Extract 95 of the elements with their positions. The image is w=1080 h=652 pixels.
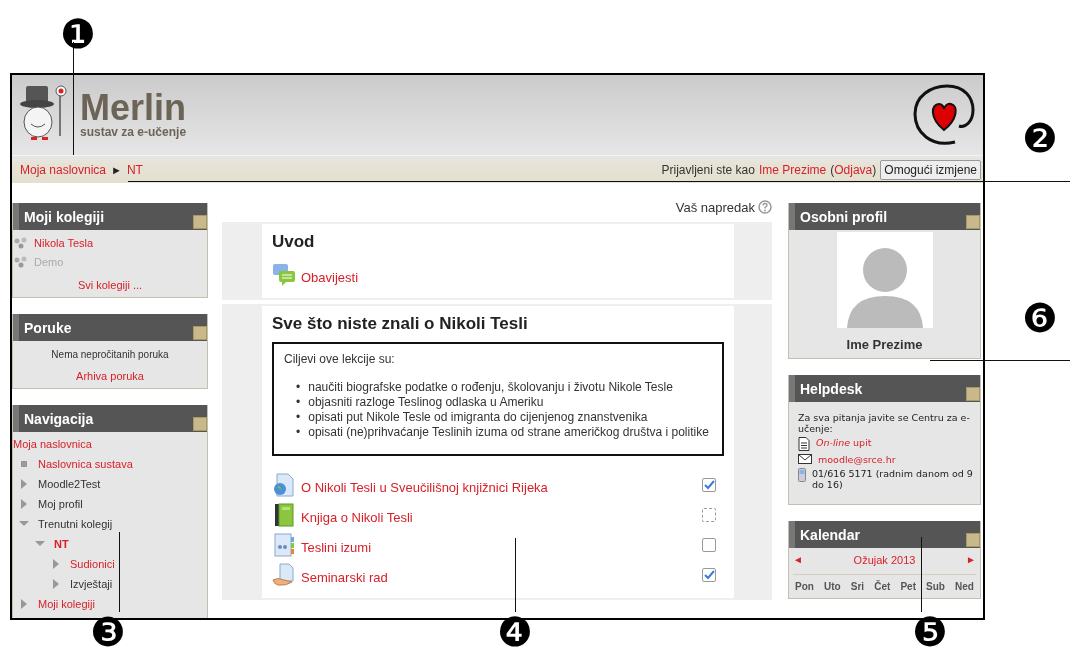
activity-link[interactable]: Knjiga o Nikoli Tesli <box>301 509 697 525</box>
nav-item[interactable]: Moj profil <box>38 498 83 510</box>
profile-name: Ime Prezime <box>846 337 923 352</box>
activity-link[interactable]: Seminarski rad <box>301 569 697 585</box>
bullet-marker: • <box>296 425 301 440</box>
block-title: Navigacija <box>24 410 94 427</box>
section-title: Uvod <box>272 232 316 252</box>
weekday-label: Čet <box>874 581 891 592</box>
breadcrumb-link[interactable]: NT <box>126 162 143 177</box>
activity-link[interactable]: Teslini izumi <box>301 539 697 555</box>
all-courses-link[interactable]: Svi kolegiji ... <box>77 279 143 291</box>
callout-number: ❷ <box>1022 118 1058 158</box>
nav-item[interactable]: Moja naslovnica <box>13 438 92 450</box>
collapsed-arrow-icon[interactable] <box>19 599 29 609</box>
speech-bubbles-icon <box>272 263 296 287</box>
summary-bullet: opisati put Nikole Tesle od imigranta do cijenjenog znanstvenika <box>308 410 648 425</box>
progress-label: Vaš napredak <box>675 199 755 215</box>
helpdesk-phone-text: 01/616 5171 (radnim danom od 9 do 16) <box>812 468 974 490</box>
collapse-icon[interactable] <box>966 215 980 229</box>
weekday-label: Ned <box>955 581 974 592</box>
bullet-marker: • <box>296 395 301 410</box>
hand-document-icon <box>272 563 296 587</box>
completion-checkbox[interactable] <box>702 568 716 582</box>
parenthesis: ( <box>830 162 835 177</box>
collapse-icon[interactable] <box>966 533 980 547</box>
activity-link[interactable]: O Nikoli Tesli u Sveučilišnoj knjižnici Rijeka <box>301 479 697 495</box>
breadcrumb-separator: ► <box>111 163 122 176</box>
dictionary-page-icon <box>272 533 296 557</box>
weekday-label: Sri <box>850 581 865 592</box>
nav-item[interactable]: Moodle2Test <box>38 478 101 490</box>
message-archive-link[interactable]: Arhiva poruka <box>76 370 144 382</box>
collapsed-arrow-icon[interactable] <box>51 559 61 569</box>
nav-item[interactable]: Izvještaji <box>70 578 113 590</box>
collapsed-arrow-icon[interactable] <box>51 579 61 589</box>
summary-bullet: opisati (ne)prihvaćanje Teslinih izuma od strane američkog društva i politike <box>308 425 709 440</box>
expanded-arrow-icon[interactable] <box>35 539 45 549</box>
collapse-icon[interactable] <box>193 326 207 340</box>
completion-checkbox[interactable] <box>702 508 716 522</box>
nav-item[interactable]: Naslovnica sustava <box>38 458 133 470</box>
mobile-phone-icon <box>798 468 806 482</box>
nav-item[interactable]: NT <box>54 538 69 550</box>
book-icon <box>272 503 296 527</box>
course-icon <box>14 255 28 268</box>
collapse-icon[interactable] <box>193 417 207 431</box>
block-title: Helpdesk <box>800 380 863 397</box>
heart-at-logo <box>911 82 977 148</box>
next-month-arrow[interactable]: ► <box>966 554 976 566</box>
logout-link[interactable]: Odjava <box>834 162 873 177</box>
nav-item[interactable]: Moji kolegiji <box>38 598 95 610</box>
bullet-icon <box>21 461 27 467</box>
weekday-label: Pon <box>795 581 814 592</box>
collapsed-arrow-icon[interactable] <box>19 479 29 489</box>
document-icon <box>798 437 810 451</box>
enable-editing-button[interactable]: Omogući izmjene <box>880 159 981 180</box>
weekday-label: Sub <box>926 581 945 592</box>
helpdesk-link[interactable]: On-line upit <box>816 437 872 448</box>
collapse-icon[interactable] <box>193 215 207 229</box>
block-title: Osobni profil <box>800 208 888 225</box>
block-title: Moji kolegiji <box>24 208 105 225</box>
summary-bullet: naučiti biografske podatke o rođenju, školovanju i životu Nikole Tesle <box>308 380 673 395</box>
helpdesk-link[interactable]: moodle@srce.hr <box>818 454 896 465</box>
previous-month-arrow[interactable]: ◄ <box>793 554 803 566</box>
collapsed-arrow-icon[interactable] <box>19 499 29 509</box>
parenthesis: ) <box>872 162 877 177</box>
globe-document-icon <box>272 473 296 497</box>
site-name: Merlin <box>80 91 187 125</box>
weekday-label: Uto <box>824 581 841 592</box>
user-link[interactable]: Ime Prezime <box>758 162 827 177</box>
course-icon <box>14 236 28 249</box>
expanded-arrow-icon[interactable] <box>19 519 29 529</box>
summary-bullet: objasniti razloge Teslinog odlaska u Ameriku <box>308 395 544 410</box>
course-link[interactable]: Nikola Tesla <box>34 236 94 249</box>
site-tagline: sustav za e-učenje <box>80 125 188 139</box>
help-icon[interactable] <box>758 200 772 214</box>
collapse-icon[interactable] <box>966 387 980 401</box>
no-messages-text: Nema nepročitanih poruka <box>50 349 170 360</box>
nav-item[interactable]: Trenutni kolegij <box>38 518 113 530</box>
block-title: Kalendar <box>800 526 860 543</box>
block-title: Poruke <box>24 319 72 336</box>
activity-link[interactable]: Obavijesti <box>301 269 724 285</box>
bullet-marker: • <box>296 380 301 395</box>
month-title[interactable]: Ožujak 2013 <box>853 554 916 566</box>
section-title: Sve što niste znali o Nikoli Tesli <box>272 314 529 334</box>
callout-number: ❻ <box>1022 298 1058 338</box>
completion-checkbox[interactable] <box>702 478 716 492</box>
envelope-icon <box>798 454 812 464</box>
summary-intro: Ciljevi ove lekcije su: <box>284 352 396 366</box>
breadcrumb-link[interactable]: Moja naslovnica <box>20 162 107 177</box>
weekday-label: Pet <box>900 581 916 592</box>
helpdesk-intro: Za sva pitanja javite se Centru za e-učenje: <box>798 412 971 434</box>
callout-number: ❶ <box>60 14 96 54</box>
nav-item[interactable]: Sudionici <box>70 558 115 570</box>
bullet-marker: • <box>296 410 301 425</box>
completion-checkbox[interactable] <box>702 538 716 552</box>
login-info-text: Prijavljeni ste kao <box>661 162 755 177</box>
